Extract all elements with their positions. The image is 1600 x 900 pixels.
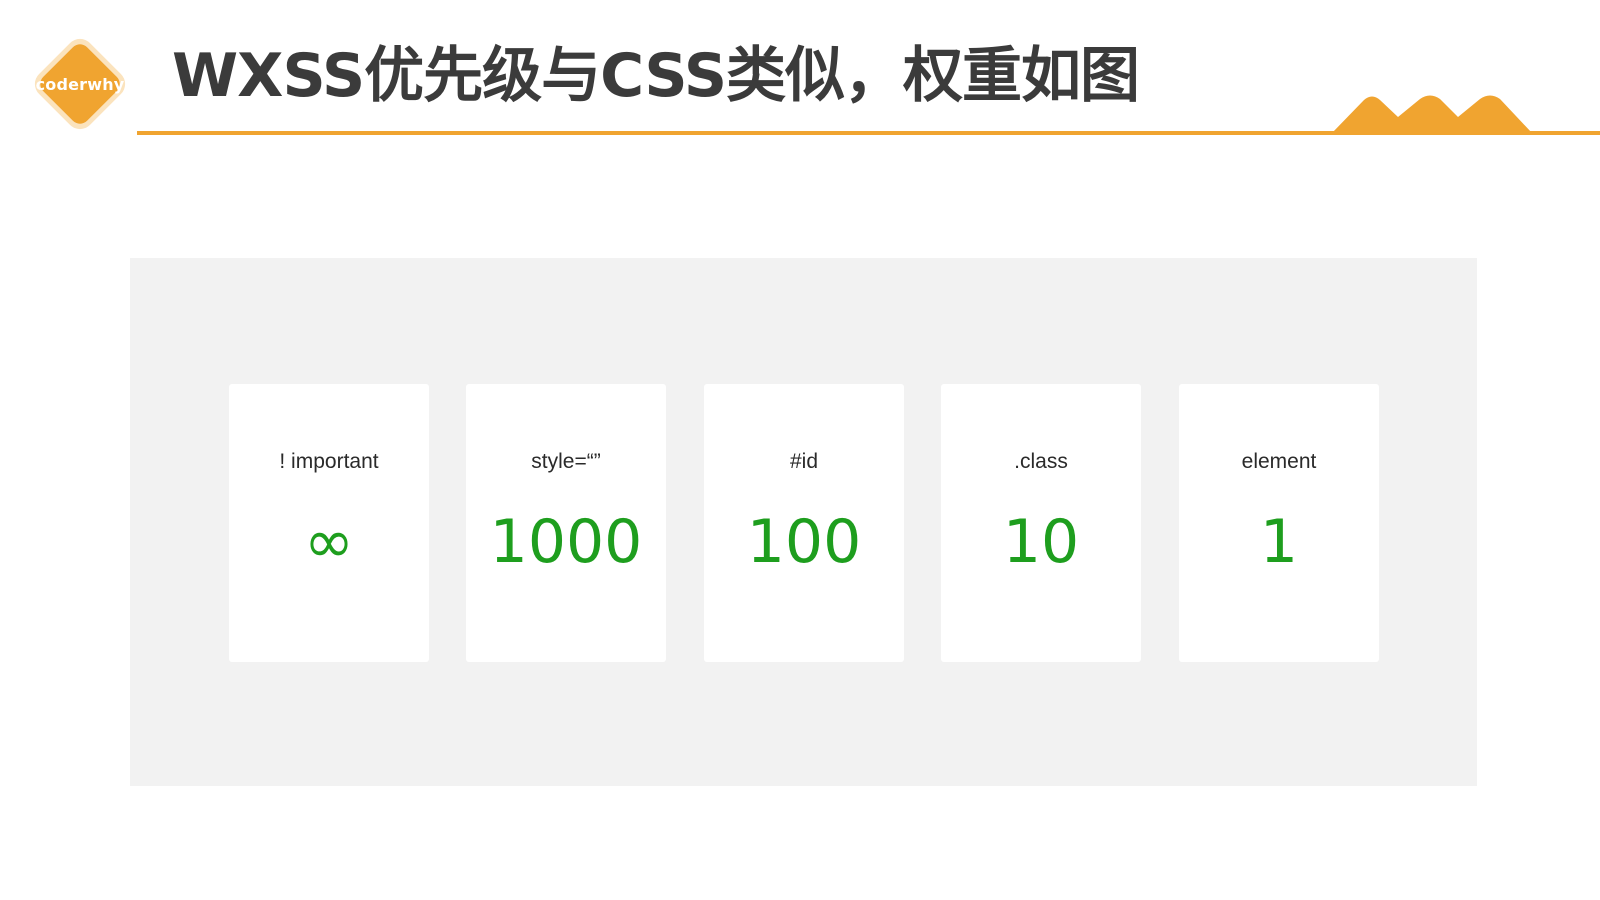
card-id: #id 100 xyxy=(704,384,904,662)
mountain-decoration xyxy=(1332,95,1532,133)
page-title: WXSS优先级与CSS类似，权重如图 xyxy=(172,41,1140,111)
card-important: ! important ∞ xyxy=(229,384,429,662)
card-value: ∞ xyxy=(304,507,354,577)
card-label: .class xyxy=(1014,450,1068,473)
card-label: #id xyxy=(789,450,819,473)
card-inline-style: style=“” 1000 xyxy=(466,384,666,662)
card-value: 1 xyxy=(1259,507,1299,577)
card-label: ! important xyxy=(279,450,379,473)
card-value: 1000 xyxy=(489,507,643,577)
card-value: 100 xyxy=(746,507,862,577)
card-value: 10 xyxy=(1002,507,1080,577)
card-element: element 1 xyxy=(1179,384,1379,662)
weights-panel: ! important ∞ style=“” 1000 #id 100 .cla… xyxy=(130,258,1477,786)
card-label: element xyxy=(1241,450,1317,473)
card-class: .class 10 xyxy=(941,384,1141,662)
logo-text: coderwhy xyxy=(35,74,125,94)
slide: coderwhy WXSS优先级与CSS类似，权重如图 ! important … xyxy=(0,0,1600,900)
card-label: style=“” xyxy=(531,450,601,473)
coderwhy-logo: coderwhy xyxy=(24,28,136,140)
